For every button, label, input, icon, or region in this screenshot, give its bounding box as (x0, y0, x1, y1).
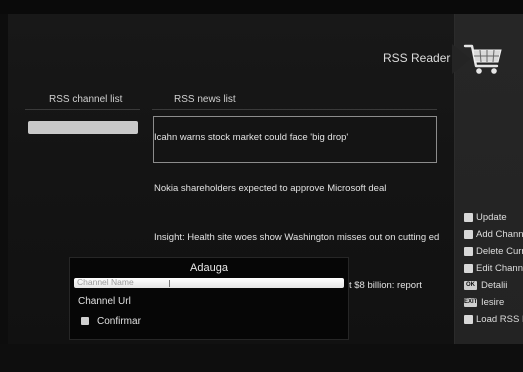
white-key-icon (464, 247, 473, 256)
channel-url-field[interactable]: Channel Url (78, 296, 131, 307)
top-strip (0, 0, 523, 14)
screen: RSS Reader RSS channel list RSS news lis… (0, 0, 523, 372)
white-key-icon (464, 213, 473, 222)
add-channel-dialog: Adauga Channel Name Channel Url Confirma… (69, 257, 349, 340)
news-header-divider (152, 109, 437, 110)
news-list-header: RSS news list (174, 94, 236, 105)
confirm-option[interactable]: Confirmar (81, 316, 141, 327)
dialog-title: Adauga (190, 262, 228, 274)
channel-name-field[interactable]: Channel Name (74, 277, 344, 288)
confirm-label: Confirmar (97, 316, 141, 327)
channel-list-item-selected[interactable] (28, 121, 138, 134)
channel-header-divider (25, 109, 140, 110)
ok-key-icon: OK (464, 281, 477, 290)
checkbox-icon[interactable] (81, 317, 89, 325)
news-item-4[interactable]: t $8 billion: report (349, 280, 422, 291)
white-key-icon (464, 315, 473, 324)
white-key-icon (464, 230, 473, 239)
shopping-cart-icon (463, 44, 502, 74)
bottom-bar (0, 344, 523, 372)
news-item-3[interactable]: Insight: Health site woes show Washingto… (154, 232, 439, 243)
white-key-icon (464, 264, 473, 273)
news-item-2[interactable]: Nokia shareholders expected to approve M… (154, 183, 386, 194)
exit-key-icon: EXIT (464, 298, 478, 307)
news-item-1[interactable]: Icahn warns stock market could face 'big… (154, 132, 348, 143)
channel-name-label: Channel Name (77, 277, 134, 287)
channel-list-header: RSS channel list (49, 94, 123, 105)
app-title: RSS Reader (383, 51, 451, 65)
text-cursor (169, 280, 170, 287)
